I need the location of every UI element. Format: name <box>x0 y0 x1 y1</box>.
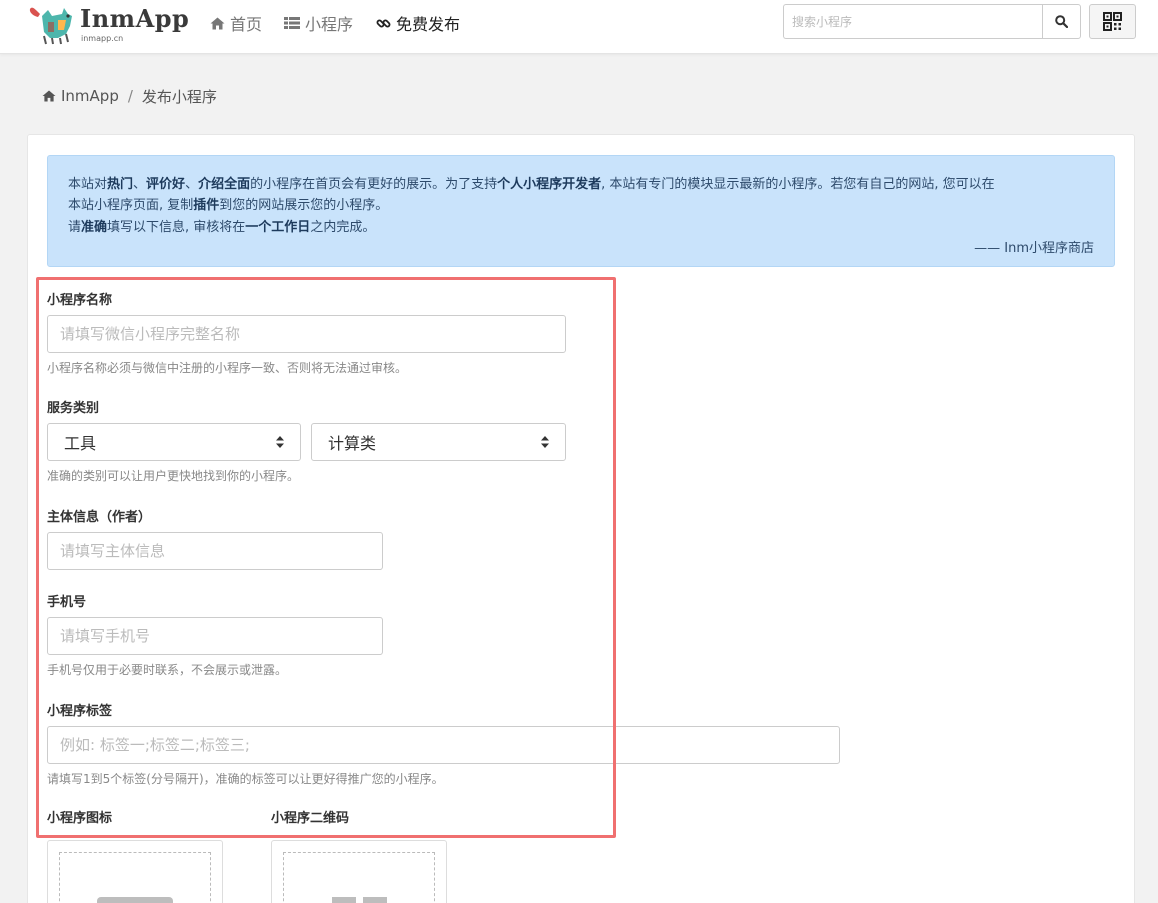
notice-line-3: 请准确填写以下信息, 审核将在一个工作日之内完成。 <box>68 216 375 235</box>
notice-text: 本站对 <box>68 177 108 192</box>
category-label: 服务类别 <box>47 401 100 416</box>
top-navbar: InmApp inmapp.cn 首页 小程序 免费发布 <box>0 0 1158 54</box>
breadcrumb: InmApp / 发布小程序 <box>42 86 217 106</box>
list-icon <box>284 17 300 29</box>
search-field <box>783 4 1043 39</box>
qrcode-button[interactable] <box>1089 4 1136 39</box>
category-help-text: 准确的类别可以让用户更快地找到你的小程序。 <box>47 469 300 483</box>
nav-free-publish[interactable]: 免费发布 <box>376 12 460 34</box>
notice-text: , 本站有专门的模块显示最新的小程序。若您有自己的网站, 您可以在 <box>601 177 995 192</box>
phone-help-text: 手机号仅用于必要时联系，不会展示或泄露。 <box>47 663 288 677</box>
nav-mini-programs-label: 小程序 <box>305 15 354 34</box>
notice-emphasis: 准确 <box>81 220 108 235</box>
author-input[interactable] <box>60 542 370 560</box>
phone-label: 手机号 <box>47 595 87 610</box>
select-arrows-icon <box>541 436 549 448</box>
notice-text: 、 <box>133 177 147 192</box>
tags-input[interactable] <box>60 736 827 754</box>
notice-text: 到您的网站展示您的小程序。 <box>219 198 389 213</box>
logo-title: InmApp <box>80 4 190 33</box>
nav-home[interactable]: 首页 <box>210 12 262 34</box>
notice-line-1: 本站对热门、评价好、介绍全面的小程序在首页会有更好的展示。为了支持个人小程序开发… <box>68 173 995 192</box>
notice-text: 请 <box>68 220 82 235</box>
notice-text: 之内完成。 <box>310 220 376 235</box>
qrcode-upload[interactable] <box>271 840 447 903</box>
breadcrumb-home-link[interactable]: InmApp <box>61 87 119 105</box>
notice-signature: —— Inm小程序商店 <box>974 241 1094 256</box>
notice-line-2: 本站小程序页面, 复制插件到您的网站展示您的小程序。 <box>68 194 388 213</box>
site-logo[interactable]: InmApp inmapp.cn <box>28 2 190 48</box>
logo-subtitle: inmapp.cn <box>81 34 124 43</box>
notice-emphasis: 评价好 <box>146 177 186 192</box>
name-help-text: 小程序名称必须与微信中注册的小程序一致、否则将无法通过审核。 <box>47 361 408 375</box>
search-input[interactable] <box>792 14 1032 29</box>
name-input[interactable] <box>60 325 553 343</box>
notice-emphasis: 介绍全面 <box>198 177 251 192</box>
nav-mini-programs[interactable]: 小程序 <box>284 12 353 34</box>
name-field <box>47 315 566 353</box>
phone-input[interactable] <box>60 627 370 645</box>
search-button[interactable] <box>1042 4 1081 39</box>
category-secondary-value: 计算类 <box>328 434 377 453</box>
image-placeholder-icon <box>97 897 173 903</box>
tags-help-text: 请填写1到5个标签(分号隔开)，准确的标签可以让更好得推广您的小程序。 <box>47 772 444 786</box>
category-primary-select[interactable]: 工具 <box>47 423 301 461</box>
tags-label: 小程序标签 <box>47 704 113 719</box>
cat-logo-icon <box>29 7 72 45</box>
author-field <box>47 532 383 570</box>
phone-field <box>47 617 383 655</box>
notice-alert: 本站对热门、评价好、介绍全面的小程序在首页会有更好的展示。为了支持个人小程序开发… <box>47 155 1115 267</box>
tags-field <box>47 726 840 764</box>
author-label: 主体信息（作者） <box>47 510 152 525</box>
qrcode-upload-dropzone <box>283 852 435 903</box>
notice-text: 的小程序在首页会有更好的展示。为了支持 <box>250 177 498 192</box>
category-primary-value: 工具 <box>64 434 97 453</box>
select-arrows-icon <box>276 436 284 448</box>
category-secondary-select[interactable]: 计算类 <box>311 423 566 461</box>
notice-emphasis: 一个工作日 <box>245 220 311 235</box>
search-icon <box>1055 15 1068 28</box>
notice-text: 本站小程序页面, 复制 <box>68 198 194 213</box>
notice-text: 、 <box>185 177 199 192</box>
notice-emphasis: 个人小程序开发者 <box>497 177 602 192</box>
home-icon <box>210 17 225 29</box>
nav-home-label: 首页 <box>230 15 263 34</box>
icon-upload-dropzone <box>59 852 211 903</box>
home-icon <box>42 90 56 102</box>
breadcrumb-separator: / <box>127 87 133 105</box>
nav-free-publish-label: 免费发布 <box>396 15 461 34</box>
qrcode-placeholder-icon <box>332 897 387 903</box>
icon-upload[interactable] <box>47 840 223 903</box>
icon-label: 小程序图标 <box>47 811 113 826</box>
notice-text: 填写以下信息, 审核将在 <box>107 220 246 235</box>
name-label: 小程序名称 <box>47 293 113 308</box>
qrcode-icon <box>1103 12 1122 31</box>
breadcrumb-current: 发布小程序 <box>141 87 217 106</box>
qrcode-label: 小程序二维码 <box>271 811 350 826</box>
notice-emphasis: 热门 <box>107 177 134 192</box>
notice-emphasis: 插件 <box>193 198 220 213</box>
link-icon <box>376 19 391 27</box>
